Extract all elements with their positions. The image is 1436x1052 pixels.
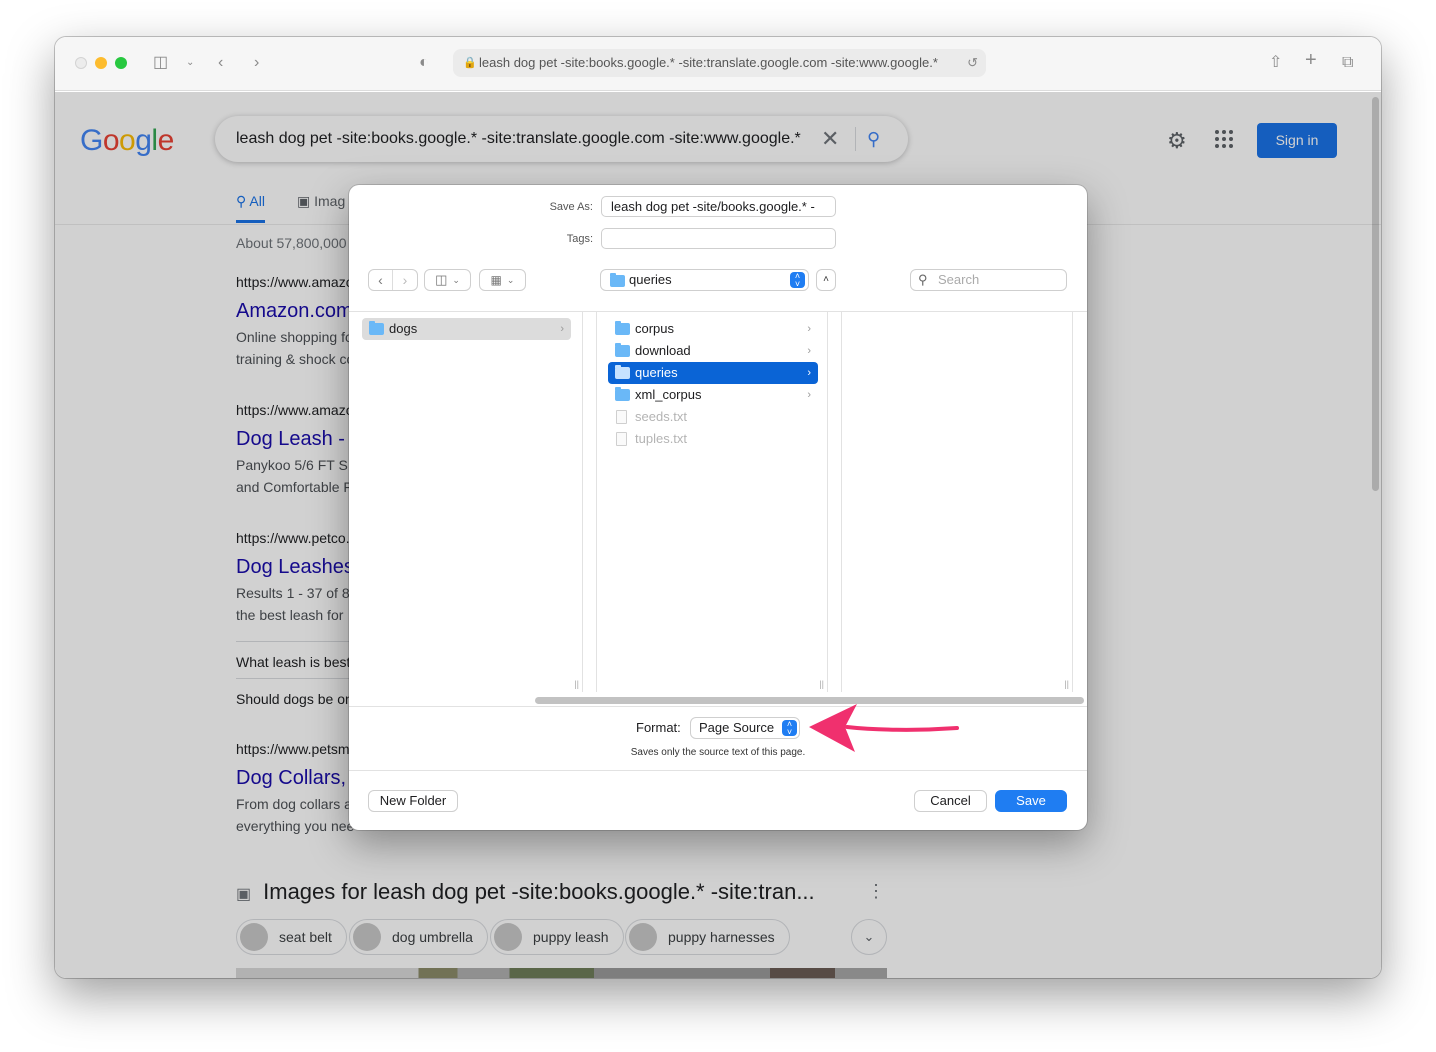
collapse-chevron-up-icon[interactable]: ˄ xyxy=(816,269,836,291)
chevron-right-icon: › xyxy=(807,345,811,357)
folder-row-dogs[interactable]: dogs › xyxy=(362,318,571,340)
sidebar-column: dogs › || xyxy=(349,312,583,692)
group-by-button[interactable]: ▦ ⌄ xyxy=(479,269,526,291)
close-window-button[interactable] xyxy=(75,57,87,69)
format-label: Format: xyxy=(636,720,681,735)
chevron-right-icon: › xyxy=(560,323,564,335)
file-row-tuples: tuples.txt xyxy=(608,428,818,450)
forward-icon[interactable]: › xyxy=(254,52,259,74)
column-resize-handle[interactable]: || xyxy=(574,679,579,689)
divider xyxy=(349,770,1087,771)
column-resize-handle[interactable]: || xyxy=(1064,679,1069,689)
folder-row-xml-corpus[interactable]: xml_corpus › xyxy=(608,384,818,406)
sidebar-icon[interactable]: ◫ xyxy=(153,52,168,74)
folder-column: corpus › download › queries › xml_corpus › s… xyxy=(596,312,828,692)
privacy-shield-icon[interactable]: ◐ xyxy=(419,52,429,74)
popup-stepper-icon: ˄ ˅ xyxy=(790,272,805,289)
back-forward-group: ‹ › xyxy=(368,269,418,291)
empty-column: || xyxy=(841,312,1073,692)
save-as-label: Save As: xyxy=(549,201,593,213)
folder-row-queries[interactable]: queries › xyxy=(608,362,818,384)
folder-icon xyxy=(615,387,630,401)
page-scrollbar[interactable] xyxy=(1372,97,1379,491)
file-row-seeds: seeds.txt xyxy=(608,406,818,428)
folder-icon xyxy=(610,273,625,287)
annotation-arrow-icon xyxy=(809,704,959,752)
document-icon xyxy=(616,432,627,446)
new-folder-button[interactable]: New Folder xyxy=(368,790,458,812)
folder-icon xyxy=(615,343,630,357)
chevron-right-icon: › xyxy=(807,323,811,335)
lock-icon: 🔒 xyxy=(463,57,477,69)
save-dialog: Save As: leash dog pet -site/books.googl… xyxy=(349,185,1087,830)
save-button[interactable]: Save xyxy=(995,790,1067,812)
chevron-right-icon: › xyxy=(807,367,811,379)
divider xyxy=(349,706,1087,707)
address-bar[interactable]: 🔒 leash dog pet -site:books.google.* -si… xyxy=(453,49,986,77)
forward-icon[interactable]: › xyxy=(393,270,417,290)
reload-icon[interactable]: ↺ xyxy=(961,49,978,77)
zoom-window-button[interactable] xyxy=(115,57,127,69)
folder-row-download[interactable]: download › xyxy=(608,340,818,362)
address-text: leash dog pet -site:books.google.* -site… xyxy=(479,55,938,70)
safari-window: ◫ ⌄ ‹ › ◐ 🔒 leash dog pet -site:books.go… xyxy=(55,37,1381,978)
chevron-right-icon: › xyxy=(807,389,811,401)
browser-toolbar: ◫ ⌄ ‹ › ◐ 🔒 leash dog pet -site:books.go… xyxy=(55,37,1381,91)
cancel-button[interactable]: Cancel xyxy=(914,790,987,812)
column-browser: dogs › || corpus › download › queries › xml… xyxy=(349,311,1087,695)
view-mode-button[interactable]: ◫ ⌄ xyxy=(424,269,471,291)
back-icon[interactable]: ‹ xyxy=(218,52,223,74)
save-as-field[interactable]: leash dog pet -site/books.google.* - xyxy=(601,196,836,217)
search-icon: ⚲ xyxy=(918,272,928,287)
columns-view-icon: ◫ xyxy=(435,272,448,287)
folder-row-corpus[interactable]: corpus › xyxy=(608,318,818,340)
document-icon xyxy=(616,410,627,424)
format-popup[interactable]: Page Source ˄ ˅ xyxy=(690,717,800,739)
folder-icon xyxy=(369,321,384,335)
minimize-window-button[interactable] xyxy=(95,57,107,69)
format-description: Saves only the source text of this page. xyxy=(630,747,806,758)
chevron-down-icon: ⌄ xyxy=(506,275,515,285)
folder-icon xyxy=(615,321,630,335)
chevron-down-icon[interactable]: ⌄ xyxy=(186,52,194,74)
column-resize-handle[interactable]: || xyxy=(819,679,824,689)
share-icon[interactable]: ⇧ xyxy=(1269,52,1282,74)
new-tab-icon[interactable]: + xyxy=(1305,49,1317,71)
tags-field[interactable] xyxy=(601,228,836,249)
chevron-down-icon: ⌄ xyxy=(452,275,460,285)
location-popup[interactable]: queries ˄ ˅ xyxy=(600,269,809,291)
folder-icon xyxy=(615,365,630,379)
back-icon[interactable]: ‹ xyxy=(369,270,393,290)
search-field[interactable]: ⚲ Search xyxy=(910,269,1067,291)
tags-label: Tags: xyxy=(566,233,593,245)
tab-overview-icon[interactable]: ⧉ xyxy=(1342,52,1353,74)
popup-stepper-icon: ˄ ˅ xyxy=(782,720,797,737)
grid-icon: ▦ xyxy=(490,273,502,287)
